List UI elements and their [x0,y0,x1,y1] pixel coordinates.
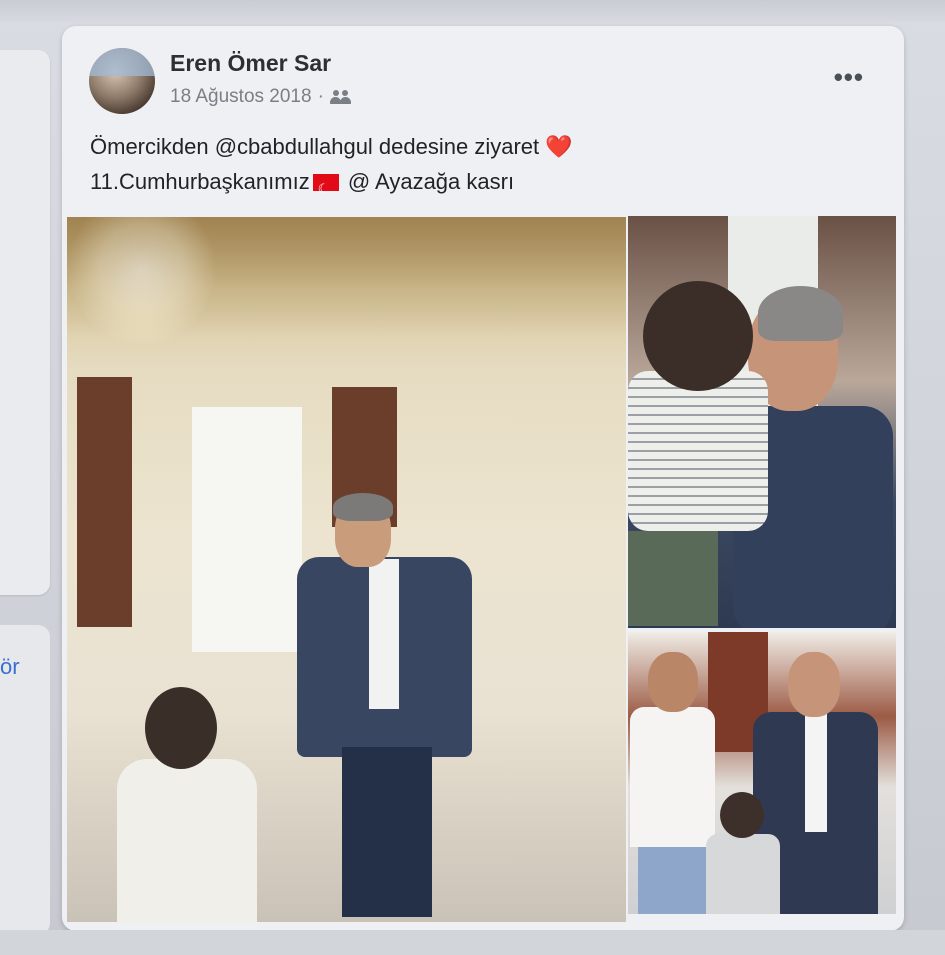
door-left [77,377,132,627]
more-options-icon[interactable]: ••• [834,62,864,93]
post-meta: 18 Ağustos 2018 · [170,86,352,108]
avatar[interactable] [89,48,155,114]
photo-hug[interactable] [628,216,896,628]
boy-center [698,792,788,914]
caption-location[interactable]: @ Ayazağa kasrı [348,169,514,194]
left-see-more-link[interactable]: ör [0,654,20,680]
browser-top-strip [0,0,945,22]
meta-separator: · [317,86,324,107]
flag-turkey-icon [312,171,339,206]
boy-hugging [628,281,768,626]
left-sidebar-card [0,50,50,595]
caption-line-2-text: 11.Cumhurbaşkanımız [90,169,310,194]
heart-emoji-icon: ❤️ [545,134,573,159]
post-caption: Ömercikden @cbabdullahgul dedesine ziyar… [90,129,850,206]
ceiling [67,217,626,337]
photo-group[interactable] [628,632,896,914]
man-standing [297,493,477,917]
post-author-name[interactable]: Eren Ömer Sar [170,50,331,77]
photo-main[interactable] [67,217,626,922]
friends-icon [329,89,352,105]
caption-line-1: Ömercikden @cbabdullahgul dedesine ziyar… [90,134,540,159]
window [192,407,302,652]
boy-standing [117,687,257,922]
bottom-strip [0,930,945,955]
post-date[interactable]: 18 Ağustos 2018 [170,86,312,108]
feed-post: Eren Ömer Sar 18 Ağustos 2018 · ••• Ömer… [62,26,904,931]
